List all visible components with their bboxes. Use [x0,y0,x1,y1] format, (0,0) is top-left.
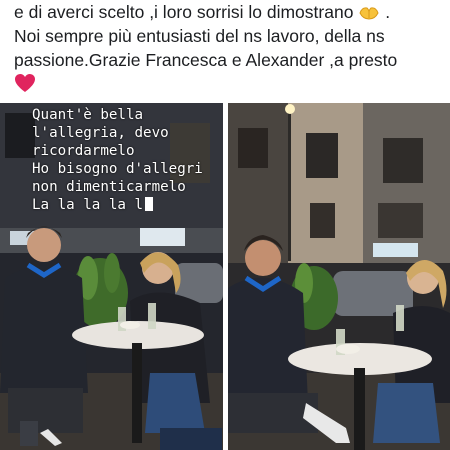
caption-line-last: La la la la l [32,196,223,214]
post-line-1-text: e di averci scelto ,i loro sorrisi lo di… [14,2,354,22]
post-line-1: e di averci scelto ,i loro sorrisi lo di… [14,2,391,22]
caption-line: Ho bisogno d'allegri [32,161,203,177]
caption-line: Quant'è bella [32,107,144,123]
text-cursor [145,197,154,211]
caption-line: ricordarmelo [32,143,135,159]
photo-caption-overlay: Quant'è bella l'allegria, devo ricordarm… [32,106,223,214]
hands-heart-icon [359,7,379,20]
photo-left[interactable]: Quant'è bella l'allegria, devo ricordarm… [0,103,223,450]
photo-right[interactable] [228,103,450,450]
post-text: e di averci scelto ,i loro sorrisi lo di… [14,0,444,96]
caption-line: l'allegria, devo [32,125,169,141]
post-line-2: Noi sempre più entusiasti del ns lavoro,… [14,26,385,46]
caption-line: La la la la l [32,197,144,213]
caption-line: non dimenticarmelo [32,179,186,195]
post-line-4 [14,72,444,96]
photo-right-scene [228,103,450,450]
post-line-3: passione.Grazie Francesca e Alexander ,a… [14,50,398,70]
red-heart-icon [15,74,35,92]
